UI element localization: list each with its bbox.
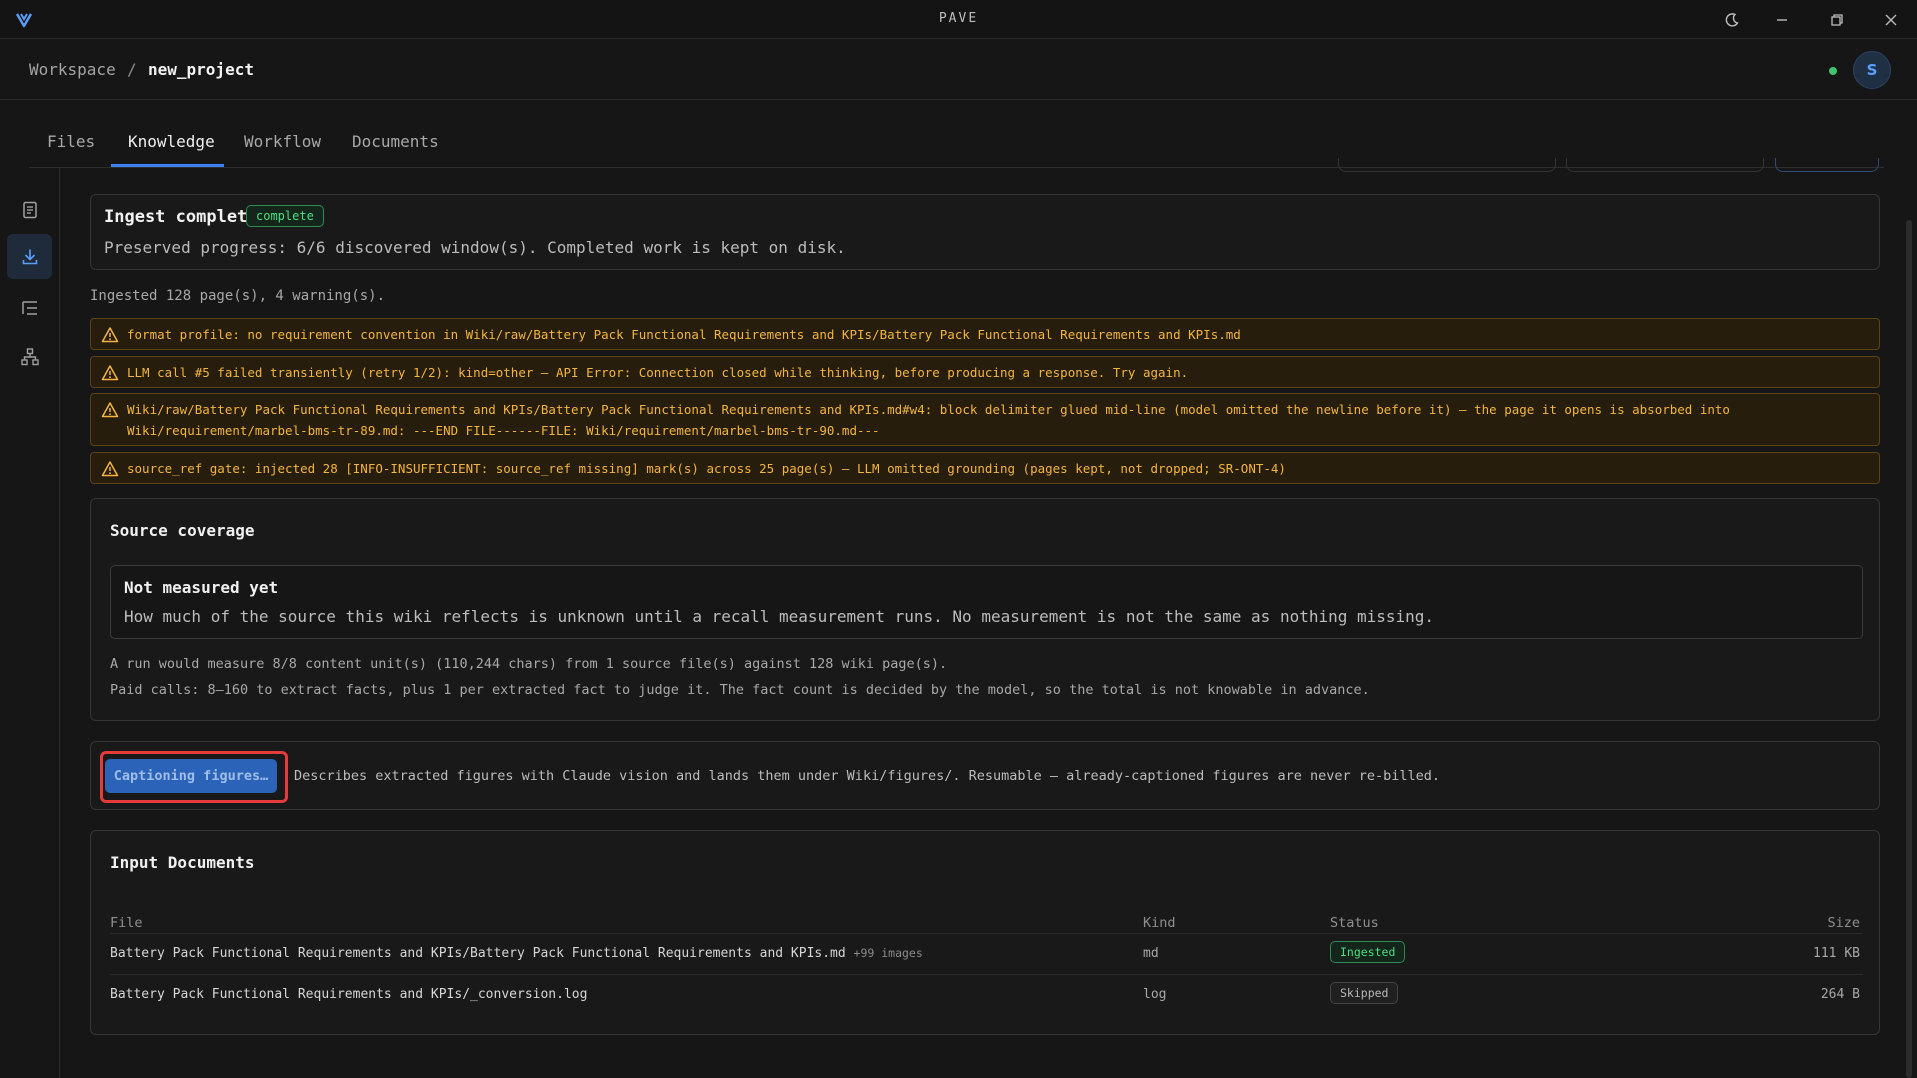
tab-documents[interactable]: Documents (352, 132, 439, 151)
extra-images-count: +99 images (853, 946, 923, 960)
warning-item: source_ref gate: injected 28 [INFO-INSUF… (90, 452, 1880, 484)
warning-text: LLM call #5 failed transiently (retry 1/… (127, 365, 1189, 380)
file-kind: log (1143, 987, 1167, 1002)
tab-workflow[interactable]: Workflow (244, 132, 321, 151)
scrolled-control (1775, 158, 1879, 172)
status-badge: Skipped (1330, 982, 1399, 1004)
sidebar-item-graph[interactable] (7, 334, 52, 379)
document-icon (22, 201, 37, 218)
minimize-icon[interactable] (1770, 8, 1794, 32)
app-title: PAVE (938, 11, 979, 26)
status-badge: complete (246, 205, 324, 227)
source-coverage-card: Source coverage Not measured yet How muc… (90, 498, 1880, 721)
scrollbar[interactable] (1906, 220, 1912, 1078)
sidebar-item-outline[interactable] (7, 285, 52, 330)
file-name[interactable]: Battery Pack Functional Requirements and… (110, 987, 587, 1002)
hierarchy-icon (20, 347, 39, 365)
column-header-status[interactable]: Status (1330, 915, 1379, 931)
app-header: Workspace / new_project S (0, 40, 1917, 100)
file-name: Battery Pack Functional Requirements and… (110, 946, 846, 961)
column-header-file[interactable]: File (110, 915, 143, 931)
tab-knowledge[interactable]: Knowledge (128, 132, 215, 151)
column-header-kind[interactable]: Kind (1143, 915, 1176, 931)
column-header-size[interactable]: Size (1827, 915, 1860, 931)
file-size: 264 B (1820, 987, 1860, 1002)
side-nav (0, 168, 60, 1078)
warning-icon (101, 461, 119, 477)
scrolled-control (1338, 158, 1556, 172)
table-divider (110, 933, 1863, 934)
file-kind: md (1143, 946, 1159, 961)
input-documents-card: Input Documents File Kind Status Size Ba… (90, 830, 1880, 1035)
file-name-cell[interactable]: Battery Pack Functional Requirements and… (110, 946, 923, 961)
warning-item: Wiki/raw/Battery Pack Functional Require… (90, 393, 1880, 446)
warning-text: Wiki/raw/Battery Pack Functional Require… (127, 402, 1730, 438)
scrolled-control (1566, 158, 1764, 172)
coverage-estimate-text: A run would measure 8/8 content unit(s) … (110, 656, 948, 672)
warning-icon (101, 402, 119, 418)
user-avatar[interactable]: S (1853, 51, 1891, 89)
coverage-status-text: How much of the source this wiki reflect… (124, 607, 1435, 626)
table-divider (110, 974, 1863, 975)
download-icon (22, 248, 37, 264)
section-title: Source coverage (110, 521, 255, 540)
sidebar-item-ingest[interactable] (7, 234, 52, 279)
warning-item: LLM call #5 failed transiently (retry 1/… (90, 356, 1880, 388)
ingest-progress-text: Preserved progress: 6/6 discovered windo… (104, 238, 846, 257)
theme-toggle-icon[interactable] (1720, 8, 1744, 32)
restore-icon[interactable] (1825, 8, 1849, 32)
captioning-description: Describes extracted figures with Claude … (294, 768, 1441, 784)
captioning-card: Captioning figures… Describes extracted … (90, 741, 1880, 810)
title-bar: PAVE (0, 0, 1917, 39)
ingest-title: Ingest complete (104, 207, 258, 227)
warning-icon (101, 365, 119, 381)
close-icon[interactable] (1879, 8, 1903, 32)
coverage-cost-text: Paid calls: 8–160 to extract facts, plus… (110, 682, 1370, 698)
breadcrumb-project: new_project (148, 60, 254, 79)
coverage-status-title: Not measured yet (124, 578, 279, 597)
warning-item: format profile: no requirement conventio… (90, 318, 1880, 350)
warning-text: format profile: no requirement conventio… (127, 327, 1241, 342)
file-size: 111 KB (1813, 946, 1860, 961)
tab-files[interactable]: Files (47, 132, 95, 151)
warning-text: source_ref gate: injected 28 [INFO-INSUF… (127, 461, 1286, 476)
status-badge: Ingested (1330, 941, 1406, 963)
list-tree-icon (21, 300, 37, 315)
breadcrumb-separator: / (127, 60, 137, 79)
sidebar-item-documents[interactable] (7, 187, 52, 232)
section-title: Input Documents (110, 853, 255, 872)
ingest-status-card: Ingest complete complete Preserved progr… (90, 194, 1880, 270)
ingest-summary: Ingested 128 page(s), 4 warning(s). (90, 288, 386, 304)
warning-icon (101, 327, 119, 343)
connection-status-dot (1829, 67, 1837, 75)
coverage-status-box: Not measured yet How much of the source … (110, 565, 1863, 639)
breadcrumb-workspace[interactable]: Workspace (29, 60, 116, 79)
active-tab-indicator (111, 164, 224, 167)
captioning-figures-button[interactable]: Captioning figures… (105, 759, 277, 793)
